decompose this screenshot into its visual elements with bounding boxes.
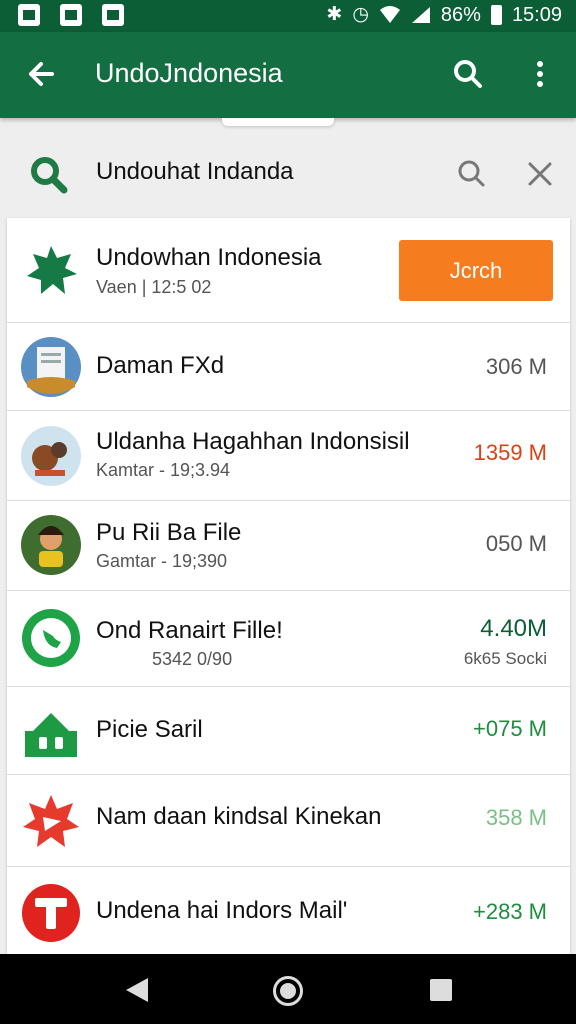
list-item[interactable]: Uldanha Hagahhan Indonsisil Kamtar - 19;… [7,411,570,501]
system-nav-bar [0,954,576,1024]
search-input[interactable]: Undouhat Indanda [96,158,294,186]
item-size: 358 M [485,805,547,830]
system-icons: ✱ ◷ 86% 15:09 [326,3,562,27]
store-app-icon [25,713,77,757]
music-notification-icon [60,4,82,26]
notification-icons [18,4,124,26]
battery-icon [490,5,502,25]
search-icon[interactable] [448,54,488,94]
app-toolbar: UndoJndonesia [0,32,576,118]
list-item[interactable]: Daman FXd 306 M [7,323,570,411]
item-meta: Kamtar - 19;3.94 [96,460,231,480]
item-title: Undowhan Indonesia [96,244,322,271]
item-size-detail: 6k65 Socki [463,649,547,668]
item-meta: Gamtar - 19;390 [96,551,228,571]
list-item[interactable]: Nam daan kindsal Kinekan 358 M [7,775,570,867]
gallery-notification-icon [18,4,40,26]
item-title: Picie Saril [96,716,203,743]
wifi-icon [379,6,400,23]
download-button[interactable]: Jcrch [399,240,553,301]
app-thumbnail-icon [21,337,81,397]
page-title: UndoJndonesia [95,58,283,88]
list-item[interactable]: Ond Ranairt Fille! 5342 0/90 4.40M 6k65 … [7,591,570,687]
list-item[interactable]: Picie Saril +075 M [7,687,570,775]
item-meta: 5342 0/90 [152,649,233,669]
item-size: +283 M [473,899,547,924]
item-size: 050 M [485,531,547,556]
search-icon [31,157,68,194]
list-item[interactable]: Undena hai Indors Mail' +283 M [7,867,570,954]
item-title: Daman FXd [96,352,225,379]
item-size: 306 M [485,354,547,379]
item-size: 4.40M [480,615,547,642]
indonesia-map-icon [27,246,77,294]
list-item[interactable]: Pu Rii Ba File Gamtar - 19;390 050 M [7,501,570,591]
more-vert-icon[interactable] [520,54,560,94]
featured-list-item[interactable]: Undowhan Indonesia Vaen | 12:5 02 Jcrch [7,218,570,323]
item-size: 1359 M [473,440,547,465]
item-size: +075 M [473,716,547,741]
app-notification-icon [102,4,124,26]
battery-percent: 86% [440,3,481,26]
nav-back-icon[interactable] [124,976,150,1004]
app-thumbnail-icon [21,426,81,486]
t-app-icon [22,884,80,942]
close-icon[interactable] [520,154,560,194]
pull-tab [222,118,334,126]
app-thumbnail-icon [21,515,81,575]
bluetooth-icon: ✱ [326,4,343,25]
phone-app-icon [22,609,80,667]
alarm-icon: ◷ [352,4,369,25]
item-title: Uldanha Hagahhan Indonsisil [96,428,410,455]
signal-icon [411,7,430,23]
search-bar: Undouhat Indanda [0,136,576,212]
item-title: Ond Ranairt Fille! [96,617,283,644]
nav-home-icon[interactable] [273,976,303,1006]
item-title: Undena hai Indors Mail' [96,897,348,924]
clock: 15:09 [511,3,562,26]
status-bar: ✱ ◷ 86% 15:09 [0,0,576,32]
back-arrow-icon[interactable] [22,54,62,94]
item-title: Nam daan kindsal Kinekan [96,803,382,830]
item-meta: Vaen | 12:5 02 [96,277,212,297]
item-title: Pu Rii Ba File [96,519,242,546]
nav-recents-icon[interactable] [430,979,452,1001]
results-list: Undowhan Indonesia Vaen | 12:5 02 Jcrch … [7,218,570,954]
burst-app-icon [23,795,79,847]
search-icon[interactable] [452,154,492,194]
